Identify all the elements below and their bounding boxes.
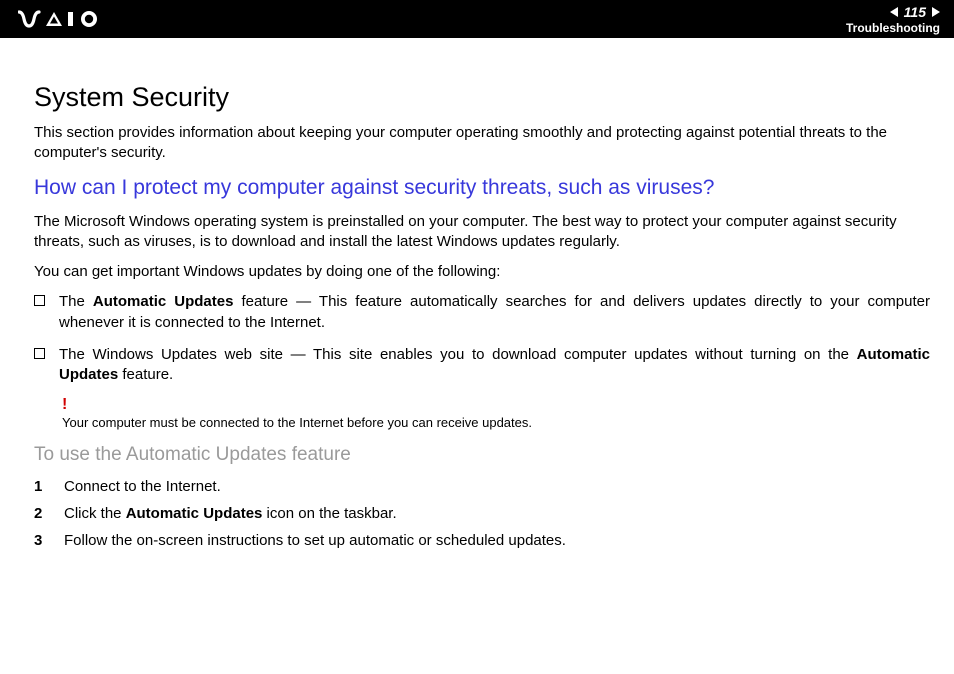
bullet-text-part: The bbox=[59, 293, 93, 310]
bullet-text-part: The Windows Updates web site — This site… bbox=[59, 346, 857, 363]
next-page-icon[interactable] bbox=[932, 7, 940, 17]
subheading: To use the Automatic Updates feature bbox=[34, 444, 930, 466]
page-number: 115 bbox=[902, 4, 928, 20]
header-right: 115 Troubleshooting bbox=[846, 4, 940, 35]
note-block: ! Your computer must be connected to the… bbox=[62, 397, 930, 432]
step-item: 3 Follow the on-screen instructions to s… bbox=[34, 532, 930, 549]
bullet-list: The Automatic Updates feature — This fea… bbox=[34, 292, 930, 385]
warning-icon: ! bbox=[62, 397, 930, 413]
step-number: 1 bbox=[34, 478, 64, 495]
intro-text: This section provides information about … bbox=[34, 123, 930, 164]
step-number: 3 bbox=[34, 532, 64, 549]
step-text-part: Follow the on-screen instructions to set… bbox=[64, 532, 566, 549]
step-text-bold: Automatic Updates bbox=[126, 505, 263, 522]
bullet-icon bbox=[34, 348, 45, 359]
question-heading: How can I protect my computer against se… bbox=[34, 176, 930, 200]
section-label: Troubleshooting bbox=[846, 21, 940, 35]
step-item: 2 Click the Automatic Updates icon on th… bbox=[34, 505, 930, 522]
list-item: The Automatic Updates feature — This fea… bbox=[34, 292, 930, 333]
note-text: Your computer must be connected to the I… bbox=[62, 415, 532, 430]
step-text-part: Click the bbox=[64, 505, 126, 522]
page-content: System Security This section provides in… bbox=[0, 38, 954, 549]
bullet-icon bbox=[34, 295, 45, 306]
page-title: System Security bbox=[34, 82, 930, 113]
vaio-logo bbox=[18, 10, 106, 28]
step-item: 1 Connect to the Internet. bbox=[34, 478, 930, 495]
step-text-part: icon on the taskbar. bbox=[262, 505, 396, 522]
paragraph-2: You can get important Windows updates by… bbox=[34, 262, 930, 282]
list-item: The Windows Updates web site — This site… bbox=[34, 345, 930, 386]
bullet-text-part: feature. bbox=[118, 366, 173, 383]
step-text-part: Connect to the Internet. bbox=[64, 478, 221, 495]
bullet-text-bold: Automatic Updates bbox=[93, 293, 234, 310]
page-header: 115 Troubleshooting bbox=[0, 0, 954, 38]
prev-page-icon[interactable] bbox=[890, 7, 898, 17]
step-list: 1 Connect to the Internet. 2 Click the A… bbox=[34, 478, 930, 549]
step-number: 2 bbox=[34, 505, 64, 522]
paragraph-1: The Microsoft Windows operating system i… bbox=[34, 212, 930, 253]
page-navigation: 115 bbox=[890, 4, 940, 20]
